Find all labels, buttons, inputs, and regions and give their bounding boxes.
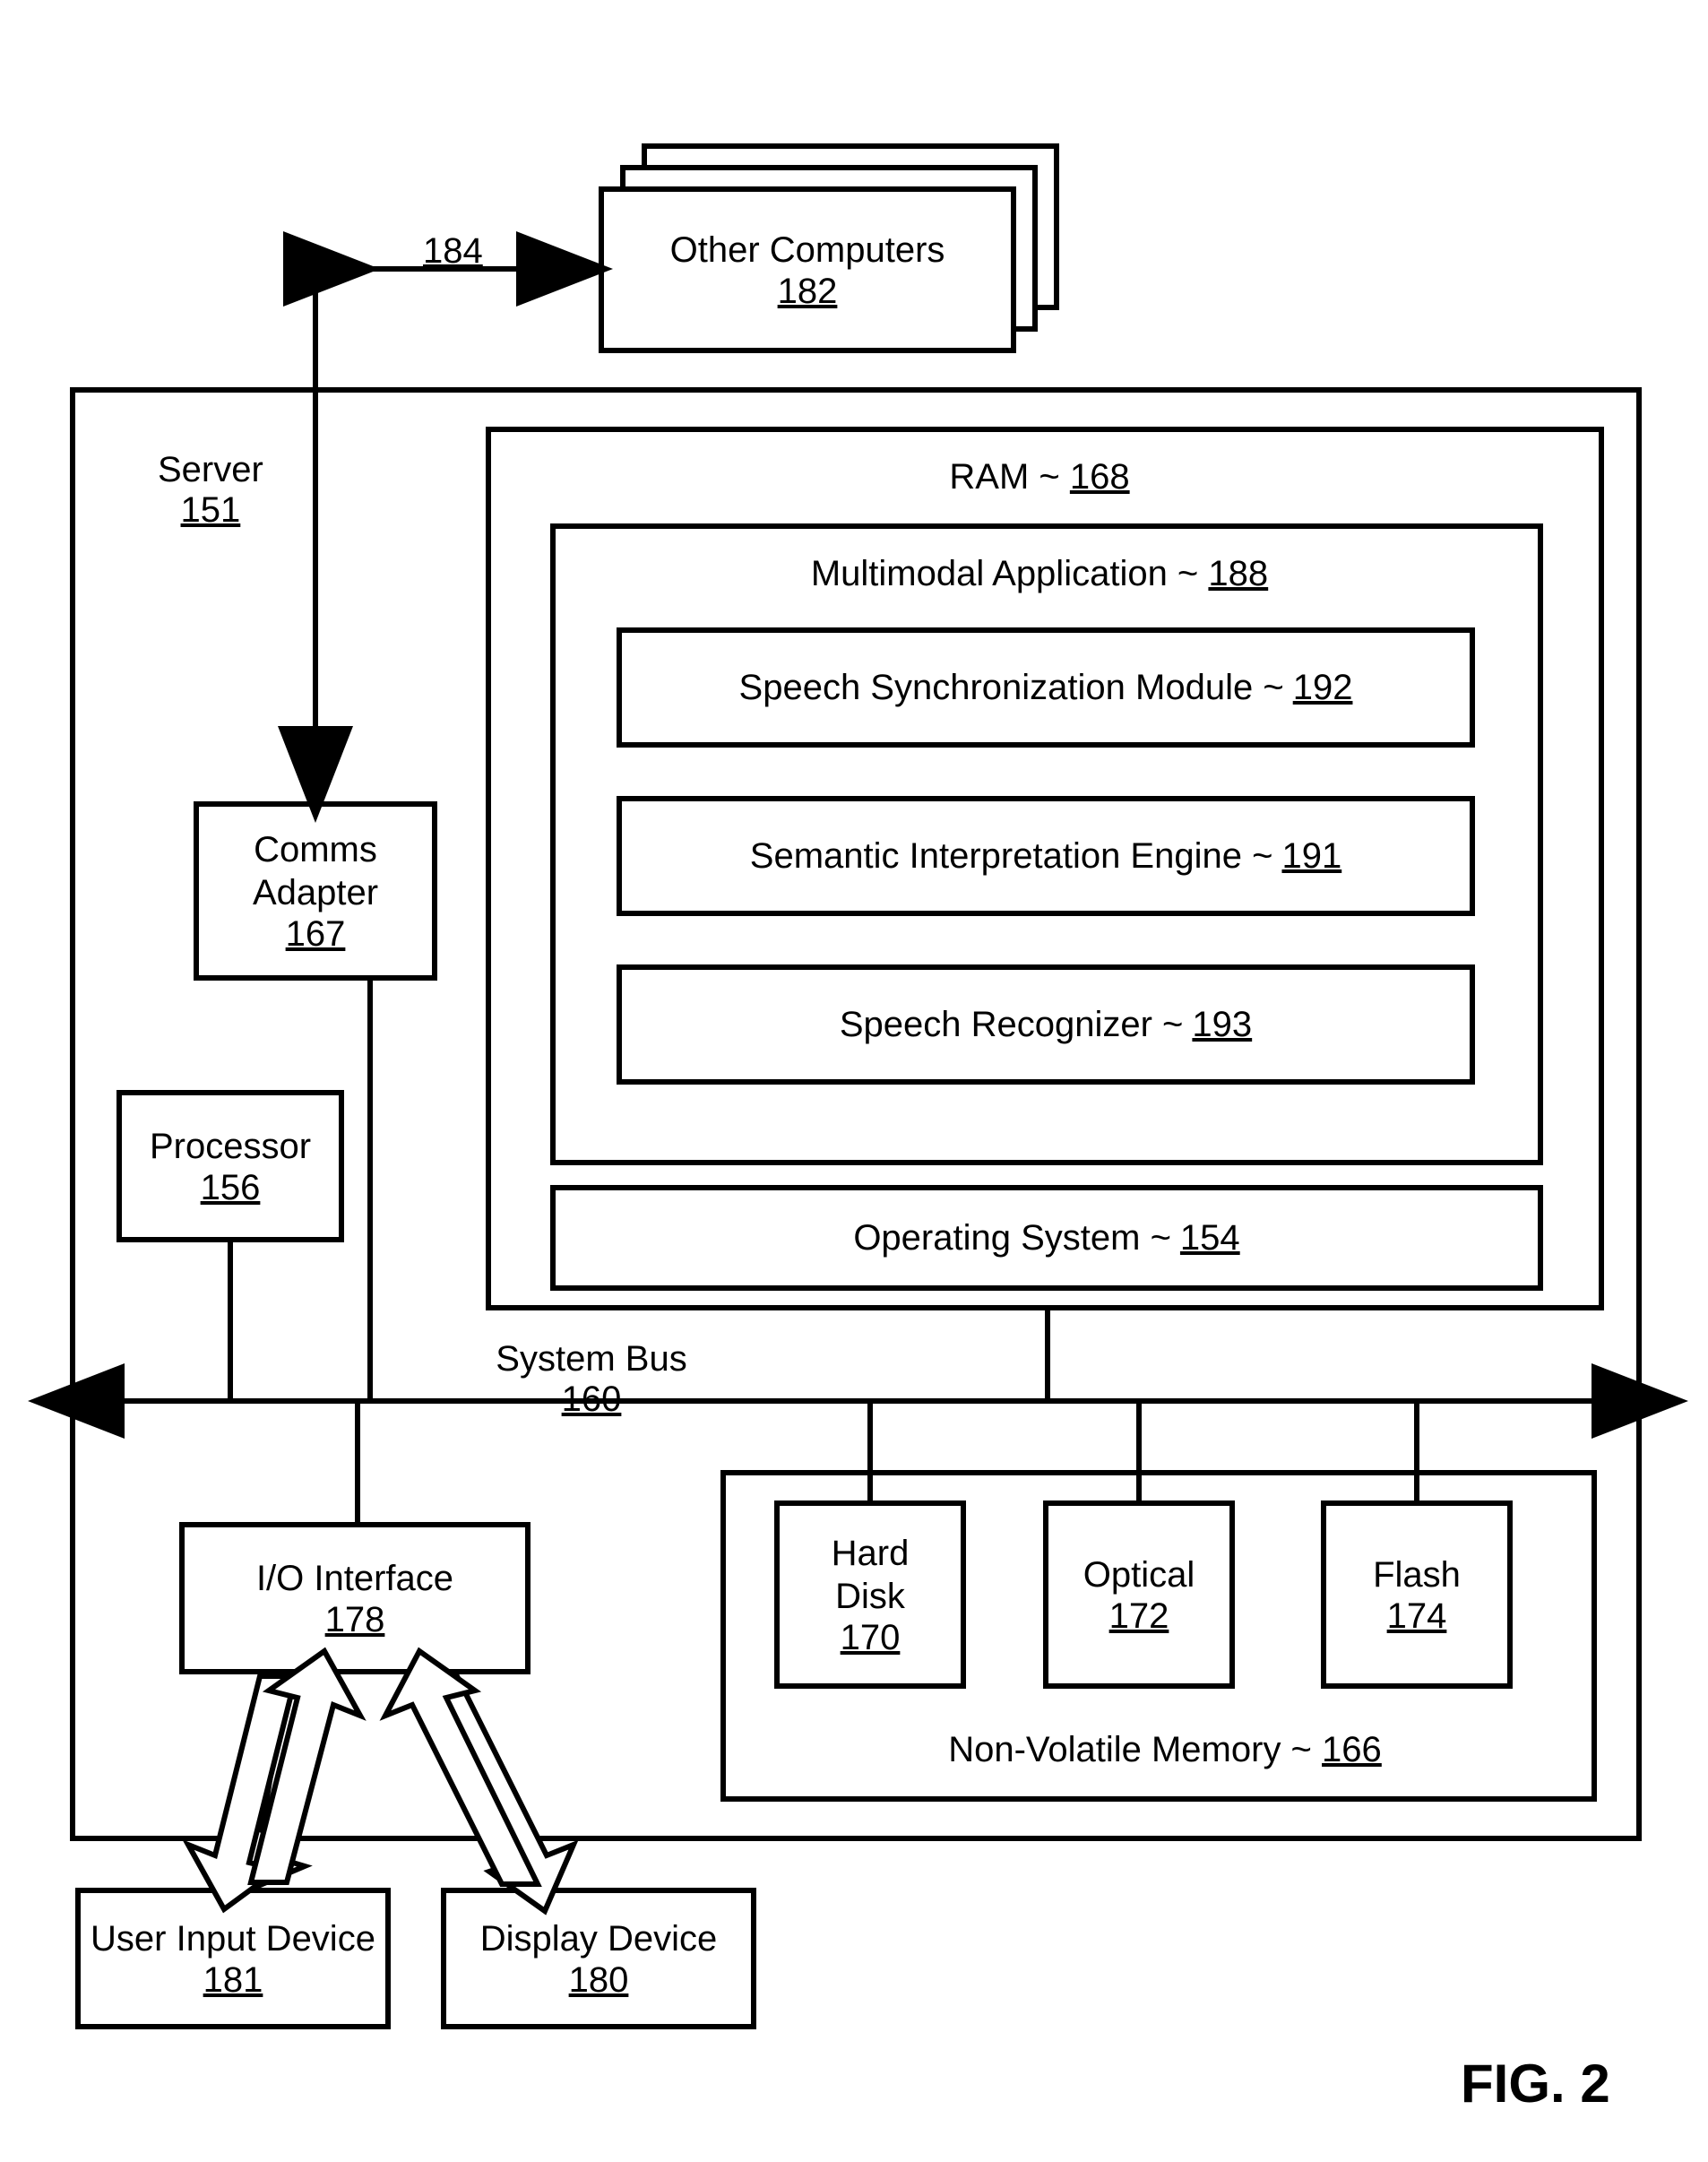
user-input-box: User Input Device 181 xyxy=(75,1888,391,2029)
comms-adapter-label: Comms Adapter xyxy=(253,828,378,914)
comms-to-bus-line xyxy=(367,981,373,1400)
io-interface-label: I/O Interface xyxy=(256,1557,453,1600)
display-label: Display Device xyxy=(480,1917,718,1960)
io-interface-box: I/O Interface 178 xyxy=(179,1522,531,1674)
flash-ref: 174 xyxy=(1387,1596,1447,1637)
other-computers-ref: 182 xyxy=(778,272,838,312)
processor-ref: 156 xyxy=(201,1168,261,1208)
system-bus-line xyxy=(70,1398,1642,1404)
semantic-engine-box: Semantic Interpretation Engine ~ 191 xyxy=(617,796,1475,916)
other-computers-label: Other Computers xyxy=(670,229,945,272)
operating-system-ref: 154 xyxy=(1180,1218,1240,1258)
speech-sync-ref: 192 xyxy=(1293,668,1353,708)
multimodal-app-label: Multimodal Application ~ xyxy=(811,554,1198,593)
system-bus-label-block: System Bus 160 xyxy=(466,1339,717,1420)
io-to-bus-line xyxy=(355,1402,360,1524)
semantic-engine-label: Semantic Interpretation Engine ~ xyxy=(750,835,1273,878)
multimodal-app-label-block: Multimodal Application ~ 188 xyxy=(717,554,1362,594)
ram-ref: 168 xyxy=(1070,457,1130,497)
display-box: Display Device 180 xyxy=(441,1888,756,2029)
display-ref: 180 xyxy=(569,1960,629,2001)
link-184-ref: 184 xyxy=(423,231,483,271)
user-input-label: User Input Device xyxy=(91,1917,375,1960)
hdd-to-bus-line xyxy=(867,1402,873,1502)
speech-sync-label: Speech Synchronization Module ~ xyxy=(739,666,1284,709)
comms-adapter-ref: 167 xyxy=(286,914,346,955)
processor-to-bus-line xyxy=(228,1242,233,1400)
hard-disk-label: Hard Disk xyxy=(832,1532,910,1618)
optical-to-bus-line xyxy=(1136,1402,1142,1502)
flash-to-bus-line xyxy=(1414,1402,1419,1502)
processor-box: Processor 156 xyxy=(116,1090,344,1242)
other-computers-box: Other Computers 182 xyxy=(599,186,1016,353)
system-bus-label: System Bus xyxy=(496,1339,686,1379)
speech-recognizer-label: Speech Recognizer ~ xyxy=(840,1003,1184,1046)
ram-label-block: RAM ~ 168 xyxy=(896,457,1183,497)
optical-box: Optical 172 xyxy=(1043,1500,1235,1689)
ram-label: RAM ~ xyxy=(949,457,1059,497)
comms-adapter-box: Comms Adapter 167 xyxy=(194,801,437,981)
optical-label: Optical xyxy=(1083,1553,1195,1596)
flash-box: Flash 174 xyxy=(1321,1500,1513,1689)
nonvolatile-label-block: Non-Volatile Memory ~ 166 xyxy=(914,1730,1416,1770)
figure-label: FIG. 2 xyxy=(1461,2053,1610,2114)
server-label: Server 151 xyxy=(158,450,263,531)
server-label-text: Server xyxy=(158,450,263,489)
speech-recognizer-ref: 193 xyxy=(1192,1005,1252,1045)
speech-recognizer-box: Speech Recognizer ~ 193 xyxy=(617,964,1475,1085)
optical-ref: 172 xyxy=(1109,1596,1169,1637)
server-ref: 151 xyxy=(181,490,241,530)
ram-to-bus-line xyxy=(1045,1310,1050,1400)
hard-disk-ref: 170 xyxy=(841,1618,901,1658)
operating-system-box: Operating System ~ 154 xyxy=(550,1185,1543,1291)
processor-label: Processor xyxy=(150,1125,311,1168)
speech-sync-box: Speech Synchronization Module ~ 192 xyxy=(617,627,1475,748)
semantic-engine-ref: 191 xyxy=(1281,836,1341,877)
user-input-ref: 181 xyxy=(203,1960,263,2001)
nonvolatile-ref: 166 xyxy=(1322,1730,1382,1769)
nonvolatile-label: Non-Volatile Memory ~ xyxy=(948,1730,1312,1769)
link-184-label: 184 xyxy=(423,231,483,272)
hard-disk-box: Hard Disk 170 xyxy=(774,1500,966,1689)
flash-label: Flash xyxy=(1373,1553,1461,1596)
io-interface-ref: 178 xyxy=(325,1600,385,1640)
multimodal-app-ref: 188 xyxy=(1208,554,1268,593)
operating-system-label: Operating System ~ xyxy=(853,1216,1171,1259)
